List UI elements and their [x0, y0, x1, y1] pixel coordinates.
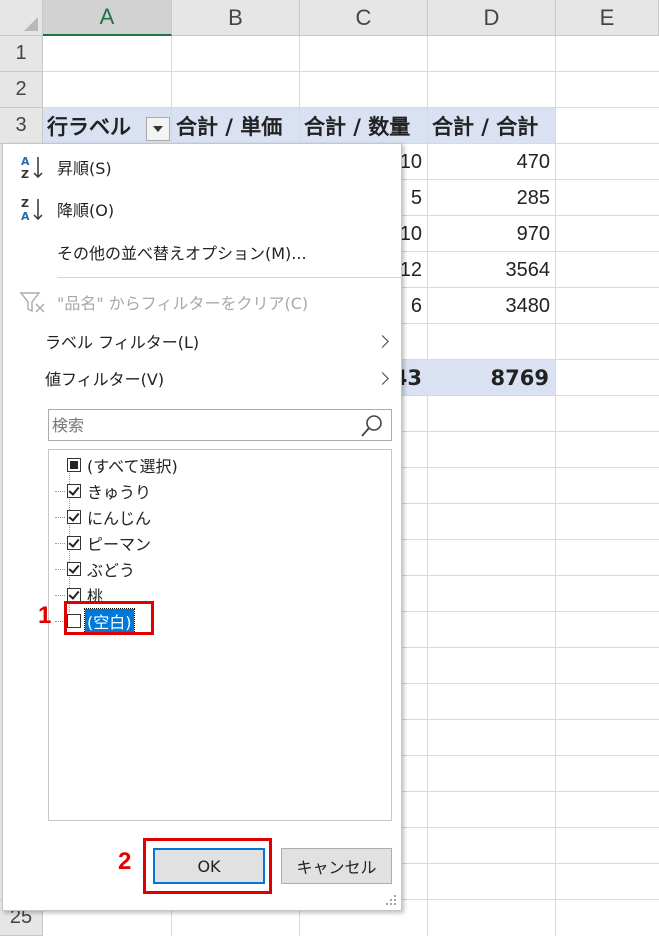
- label-filter-label: ラベル フィルター(L): [45, 333, 200, 352]
- pivot-row-label-text: 行ラベル: [47, 114, 131, 139]
- sort-descending-icon: Z A: [21, 197, 43, 222]
- checkbox-checked[interactable]: [67, 510, 81, 524]
- total-cell[interactable]: 3564: [428, 252, 556, 288]
- tree-connector: [55, 569, 65, 570]
- total-cell[interactable]: 3480: [428, 288, 556, 324]
- column-header-c[interactable]: C: [300, 0, 428, 36]
- list-item[interactable]: ぶどう: [55, 557, 137, 581]
- label-filter-item[interactable]: ラベル フィルター(L): [3, 324, 401, 358]
- pivot-filter-menu: A Z 昇順(S) Z A 降順(O) その他の並べ替えオプション(M)... …: [2, 143, 402, 911]
- checkbox-checked[interactable]: [67, 484, 81, 498]
- pivot-filter-dropdown-button[interactable]: [146, 117, 170, 141]
- pivot-sum-total-header: 合計 / 合計: [428, 108, 555, 143]
- more-sort-options-item[interactable]: その他の並べ替えオプション(M)...: [3, 235, 401, 269]
- tree-connector: [55, 517, 65, 518]
- total-cell[interactable]: 470: [428, 144, 556, 180]
- annotation-highlight-ok: [143, 838, 272, 894]
- svg-text:A: A: [21, 155, 30, 168]
- value-filter-item[interactable]: 値フィルター(V): [3, 361, 401, 395]
- row-header-1[interactable]: 1: [0, 36, 43, 72]
- annotation-step-2: 2: [118, 848, 132, 875]
- row-header-2[interactable]: 2: [0, 72, 43, 108]
- list-item[interactable]: ピーマン: [55, 531, 153, 555]
- list-item-label: (すべて選択): [87, 457, 178, 476]
- checkbox-checked[interactable]: [67, 562, 81, 576]
- list-item-label: にんじん: [87, 509, 152, 528]
- checkbox-checked[interactable]: [67, 588, 81, 602]
- filter-search-input[interactable]: [52, 412, 352, 438]
- chevron-right-icon: [376, 371, 389, 385]
- total-cell[interactable]: 285: [428, 180, 556, 216]
- sort-ascending-label: 昇順(S): [57, 159, 112, 178]
- sort-descending-item[interactable]: Z A 降順(O): [3, 192, 401, 226]
- chevron-right-icon: [376, 334, 389, 348]
- svg-text:Z: Z: [21, 168, 29, 180]
- clear-filter-icon: [19, 292, 45, 313]
- tree-connector: [55, 595, 65, 596]
- resize-grip-icon[interactable]: [385, 894, 397, 906]
- list-item-label: ぶどう: [87, 561, 136, 580]
- pivot-sum-price-header: 合計 / 単価: [172, 108, 299, 143]
- column-header-a[interactable]: A: [43, 0, 172, 36]
- select-all-corner[interactable]: [0, 0, 43, 36]
- sort-ascending-icon: A Z: [21, 155, 43, 180]
- pivot-sum-qty-header: 合計 / 数量: [300, 108, 427, 143]
- list-item-label: ピーマン: [87, 535, 152, 554]
- clear-filter-label: "品名" からフィルターをクリア(C): [57, 294, 309, 313]
- value-filter-label: 値フィルター(V): [45, 370, 165, 389]
- grand-total-sum[interactable]: 8769: [428, 360, 555, 395]
- list-item[interactable]: きゅうり: [55, 479, 153, 503]
- cancel-button[interactable]: キャンセル: [281, 848, 392, 884]
- annotation-step-1: 1: [38, 602, 52, 629]
- list-item[interactable]: にんじん: [55, 505, 153, 529]
- annotation-highlight-blank: [64, 601, 154, 635]
- sort-descending-label: 降順(O): [57, 201, 115, 220]
- checkbox-checked[interactable]: [67, 536, 81, 550]
- search-icon: [361, 415, 382, 437]
- svg-text:A: A: [21, 210, 30, 222]
- gridline: [43, 71, 659, 72]
- column-header-e[interactable]: E: [556, 0, 659, 36]
- total-cell[interactable]: 970: [428, 216, 556, 252]
- clear-filter-item: "品名" からフィルターをクリア(C): [3, 285, 401, 319]
- tree-connector: [55, 543, 65, 544]
- svg-text:Z: Z: [21, 197, 29, 210]
- checkbox-partial[interactable]: [67, 458, 81, 472]
- list-item-label: きゅうり: [87, 483, 152, 502]
- column-header-b[interactable]: B: [172, 0, 300, 36]
- more-sort-options-label: その他の並べ替えオプション(M)...: [57, 244, 307, 263]
- sort-ascending-item[interactable]: A Z 昇順(S): [3, 150, 401, 184]
- row-header-3[interactable]: 3: [0, 108, 43, 144]
- filter-item-list: (すべて選択) きゅうり にんじん ピーマン ぶどう 桃 (空白): [48, 449, 392, 821]
- filter-search-box[interactable]: [48, 409, 392, 441]
- tree-connector: [55, 491, 65, 492]
- column-header-d[interactable]: D: [428, 0, 556, 36]
- list-item-select-all[interactable]: (すべて選択): [67, 453, 180, 477]
- menu-separator: [57, 277, 401, 278]
